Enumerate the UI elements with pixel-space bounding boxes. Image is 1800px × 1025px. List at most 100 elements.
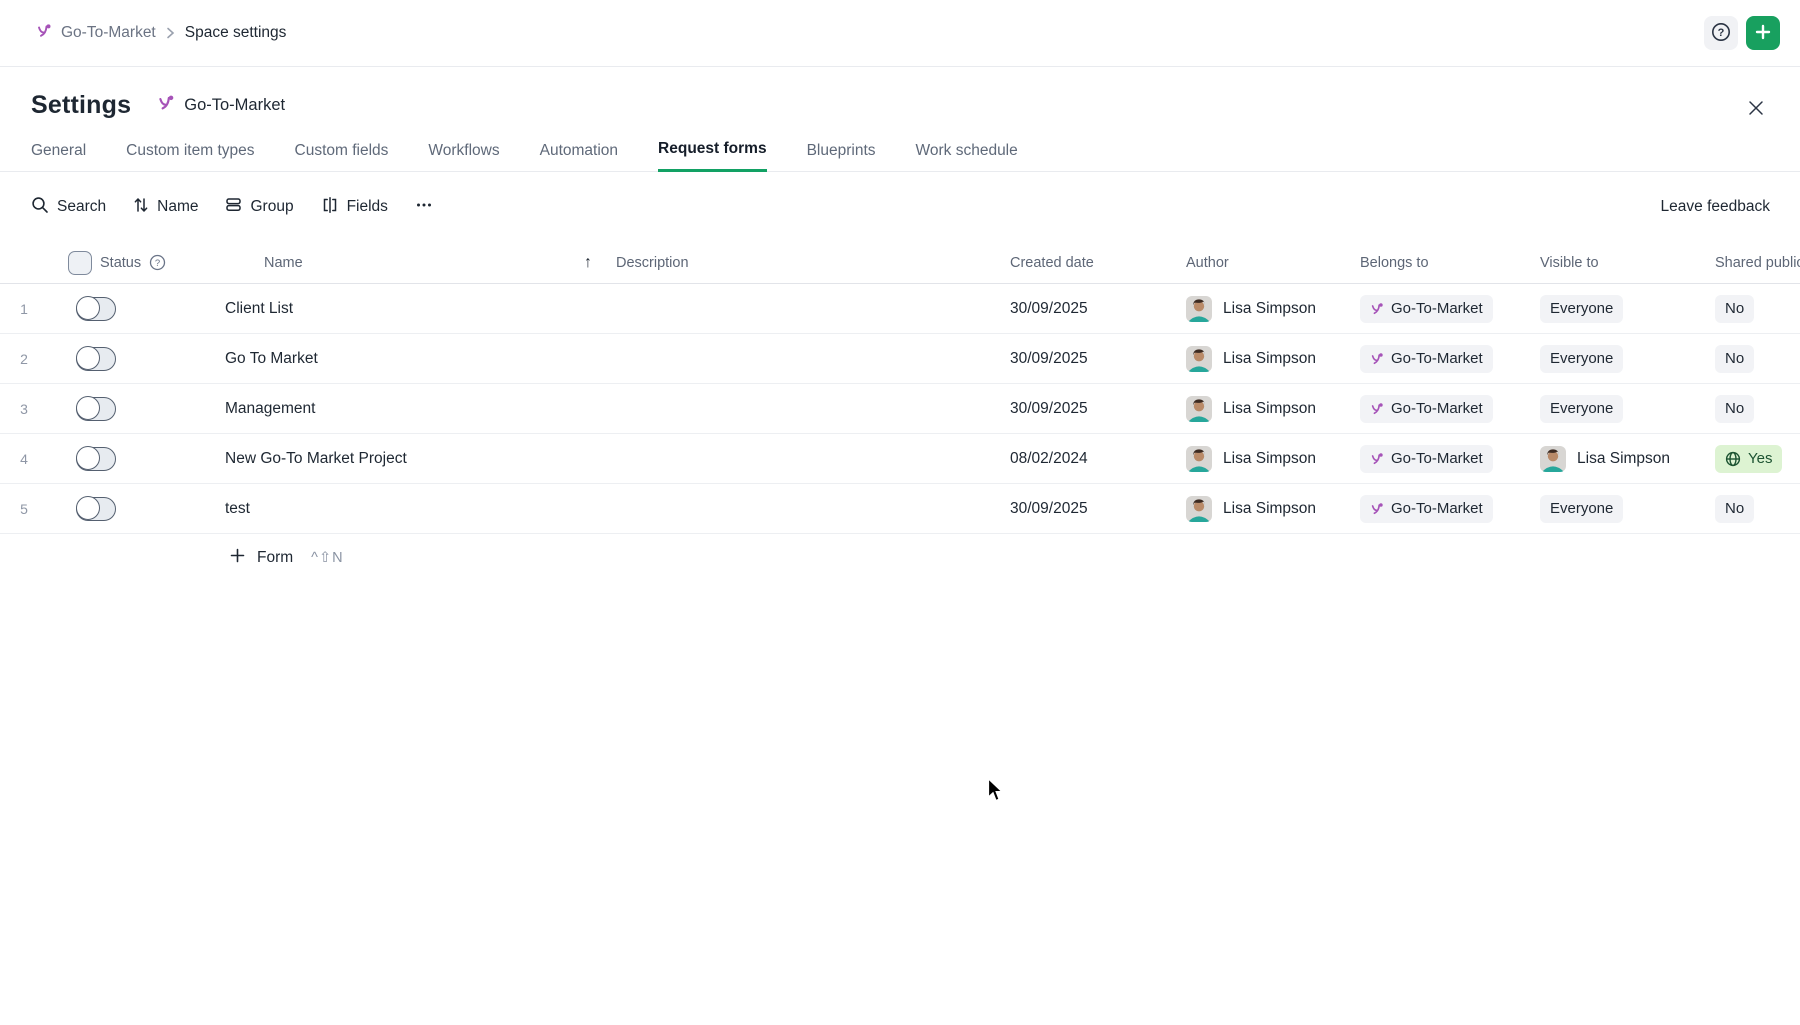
avatar (1186, 496, 1212, 522)
breadcrumb-space-label: Go-To-Market (61, 24, 156, 42)
sort-label: Name (157, 198, 198, 216)
author-name: Lisa Simpson (1223, 300, 1316, 318)
visible-to-chip[interactable]: Everyone (1540, 345, 1623, 373)
status-toggle[interactable] (76, 447, 116, 471)
add-form-label: Form (257, 549, 293, 567)
toolbar-left: Search Name Group Fields (31, 196, 433, 219)
search-button[interactable]: Search (31, 196, 106, 219)
header-name[interactable]: Name ↑ (225, 254, 600, 272)
table-row[interactable]: 1 Client List 30/09/2025 Lisa Simpson Go… (0, 284, 1800, 334)
created-date-cell: 30/09/2025 (1010, 400, 1186, 418)
tab-general[interactable]: General (31, 142, 86, 171)
avatar (1186, 446, 1212, 472)
svg-text:?: ? (1718, 27, 1725, 39)
group-button[interactable]: Group (225, 196, 293, 218)
form-name[interactable]: Go To Market (225, 350, 318, 368)
status-toggle[interactable] (76, 297, 116, 321)
form-name[interactable]: test (225, 500, 250, 518)
visible-to-cell: Lisa Simpson (1530, 446, 1715, 472)
row-number: 1 (0, 301, 48, 317)
header-shared-publicly[interactable]: Shared publicly (1715, 255, 1800, 271)
fields-icon (321, 196, 339, 219)
space-chip[interactable]: Go-To-Market (1360, 395, 1493, 423)
shared-cell: No (1715, 495, 1800, 523)
space-chip[interactable]: Go-To-Market (1360, 445, 1493, 473)
shared-chip[interactable]: No (1715, 345, 1754, 373)
header-description[interactable]: Description (600, 255, 1010, 271)
form-name[interactable]: Management (225, 400, 315, 418)
leave-feedback-link[interactable]: Leave feedback (1661, 198, 1770, 216)
shared-chip[interactable]: No (1715, 395, 1754, 423)
header-author[interactable]: Author (1186, 255, 1360, 271)
more-icon (415, 196, 433, 219)
author-header-label: Author (1186, 255, 1229, 271)
shared-chip-label: Yes (1748, 450, 1772, 467)
space-chip[interactable]: Go-To-Market (1360, 345, 1493, 373)
space-chip[interactable]: Go-To-Market (1360, 295, 1493, 323)
topbar: Go-To-Market Space settings ? (0, 0, 1800, 67)
tab-workflows[interactable]: Workflows (428, 142, 499, 171)
visible-to-cell: Everyone (1530, 495, 1715, 523)
status-toggle[interactable] (76, 397, 116, 421)
toggle-knob (76, 396, 100, 420)
header-visible-to[interactable]: Visible to (1530, 255, 1715, 271)
created-date-cell: 08/02/2024 (1010, 450, 1186, 468)
keyboard-shortcut: ^⇧N (311, 550, 343, 566)
header-created-date[interactable]: Created date (1010, 255, 1186, 271)
tab-custom-fields[interactable]: Custom fields (295, 142, 389, 171)
table-header: Status ? Name ↑ Description Created date… (0, 242, 1800, 284)
toggle-knob (76, 446, 100, 470)
status-toggle[interactable] (76, 497, 116, 521)
visible-to-user[interactable]: Lisa Simpson (1577, 450, 1670, 468)
shared-chip[interactable]: Yes (1715, 445, 1782, 473)
more-button[interactable] (415, 196, 433, 219)
fields-button[interactable]: Fields (321, 196, 388, 219)
space-name: Go-To-Market (184, 96, 285, 115)
shared-chip[interactable]: No (1715, 295, 1754, 323)
table-row[interactable]: 3 Management 30/09/2025 Lisa Simpson Go-… (0, 384, 1800, 434)
author-cell: Lisa Simpson (1186, 446, 1360, 472)
space-chip-label: Go-To-Market (1391, 300, 1483, 317)
group-label: Group (250, 198, 293, 216)
status-toggle[interactable] (76, 347, 116, 371)
sort-button[interactable]: Name (133, 196, 198, 219)
visible-to-header-label: Visible to (1540, 255, 1599, 271)
form-name[interactable]: Client List (225, 300, 293, 318)
table-row[interactable]: 5 test 30/09/2025 Lisa Simpson Go-To-Mar… (0, 484, 1800, 534)
belongs-to-cell: Go-To-Market (1360, 445, 1530, 473)
tab-automation[interactable]: Automation (540, 142, 618, 171)
table-row[interactable]: 2 Go To Market 30/09/2025 Lisa Simpson G… (0, 334, 1800, 384)
create-button[interactable] (1746, 16, 1780, 50)
shared-cell: No (1715, 395, 1800, 423)
help-button[interactable]: ? (1704, 16, 1738, 50)
shared-chip[interactable]: No (1715, 495, 1754, 523)
close-button[interactable] (1742, 95, 1770, 123)
breadcrumb-space-link[interactable]: Go-To-Market (36, 23, 156, 44)
tab-work-schedule[interactable]: Work schedule (916, 142, 1018, 171)
visible-to-cell: Everyone (1530, 395, 1715, 423)
author-name: Lisa Simpson (1223, 400, 1316, 418)
author-name: Lisa Simpson (1223, 350, 1316, 368)
visible-to-chip[interactable]: Everyone (1540, 395, 1623, 423)
search-icon (31, 196, 49, 219)
form-name[interactable]: New Go-To Market Project (225, 450, 407, 468)
space-icon (1370, 302, 1384, 316)
created-date-header-label: Created date (1010, 255, 1094, 271)
space-icon (157, 94, 175, 117)
status-help-icon[interactable]: ? (149, 254, 166, 271)
space-chip[interactable]: Go-To-Market (1360, 495, 1493, 523)
header-status: Status ? (48, 251, 225, 275)
header-belongs-to[interactable]: Belongs to (1360, 255, 1530, 271)
visible-to-chip[interactable]: Everyone (1540, 495, 1623, 523)
table-row[interactable]: 4 New Go-To Market Project 08/02/2024 Li… (0, 434, 1800, 484)
visible-to-chip[interactable]: Everyone (1540, 295, 1623, 323)
belongs-to-cell: Go-To-Market (1360, 495, 1530, 523)
sort-ascending-icon[interactable]: ↑ (584, 254, 592, 272)
select-all-checkbox[interactable] (68, 251, 92, 275)
belongs-to-header-label: Belongs to (1360, 255, 1429, 271)
tab-blueprints[interactable]: Blueprints (807, 142, 876, 171)
add-form-button[interactable]: Form (230, 548, 293, 568)
tab-request-forms[interactable]: Request forms (658, 140, 767, 172)
toggle-knob (76, 346, 100, 370)
tab-custom-item-types[interactable]: Custom item types (126, 142, 254, 171)
